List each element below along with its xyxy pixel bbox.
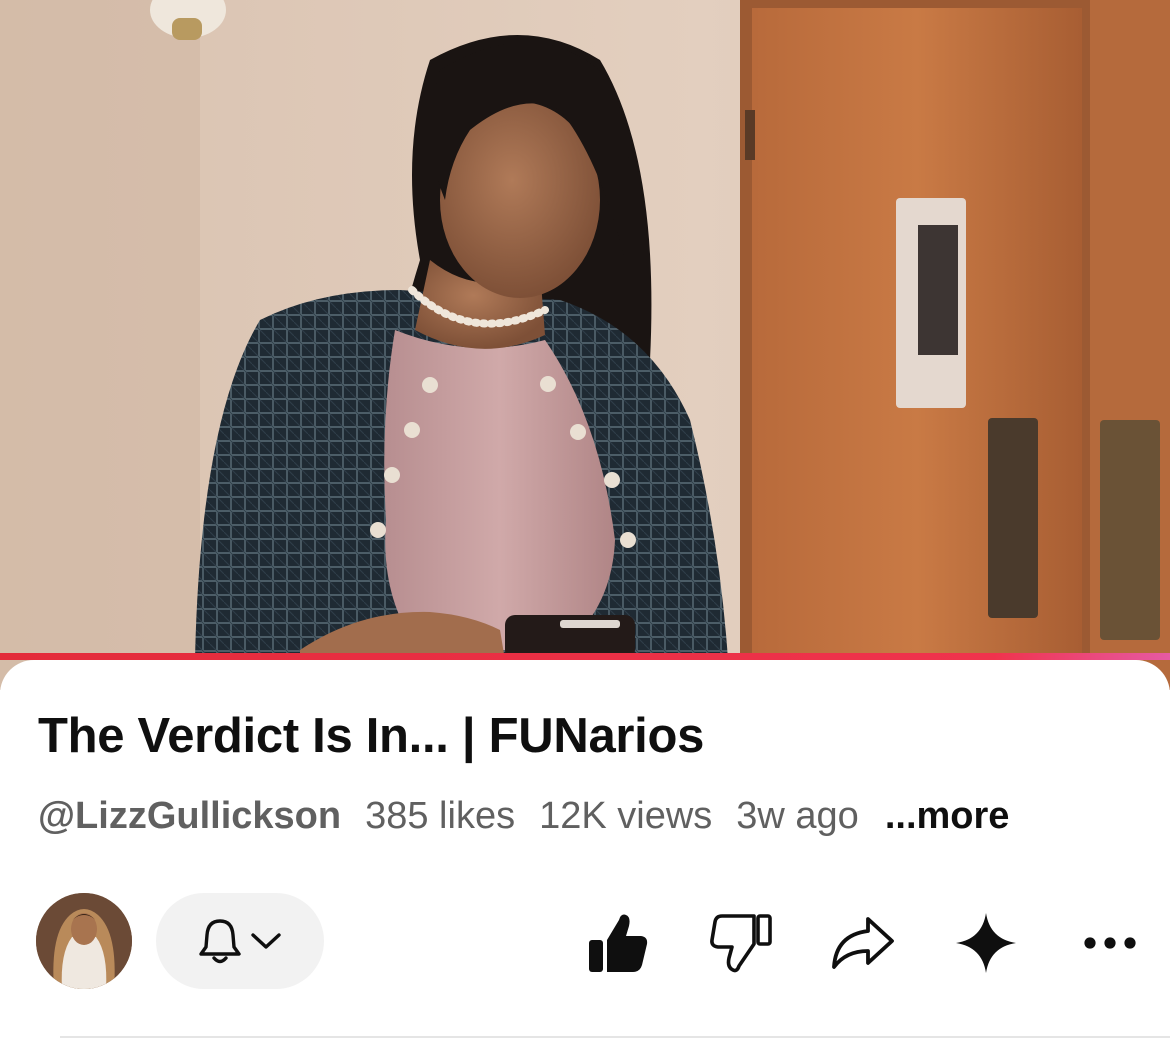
dislike-button[interactable] [703,905,779,981]
channel-handle[interactable]: @LizzGullickson [38,795,341,838]
like-button[interactable] [580,905,656,981]
thumbs-down-icon [710,914,772,973]
progress-bar-fill [0,653,1170,660]
video-player[interactable] [0,0,1170,690]
video-title[interactable]: The Verdict Is In... | FUNarios [38,708,704,764]
views-count: 12K views [539,795,713,837]
more-horizontal-icon [1084,937,1136,949]
video-frame [0,0,1170,690]
video-meta-row[interactable]: @LizzGullickson 385 likes 12K views 3w a… [38,795,1009,838]
chevron-down-icon [251,933,281,949]
ask-ai-button[interactable] [948,905,1024,981]
upload-age: 3w ago [736,795,859,837]
thumbs-up-filled-icon [589,914,648,972]
sparkle-icon [956,913,1016,973]
subscription-bell-button[interactable] [156,893,324,989]
progress-bar[interactable] [0,653,1170,660]
more-link[interactable]: ...more [885,795,1010,838]
share-arrow-icon [832,917,894,969]
bell-icon [199,919,241,964]
channel-avatar-image [36,893,132,989]
share-button[interactable] [825,905,901,981]
channel-avatar[interactable] [36,893,132,989]
likes-count: 385 likes [365,795,516,837]
section-divider [60,1036,1170,1038]
more-actions-button[interactable] [1072,905,1148,981]
